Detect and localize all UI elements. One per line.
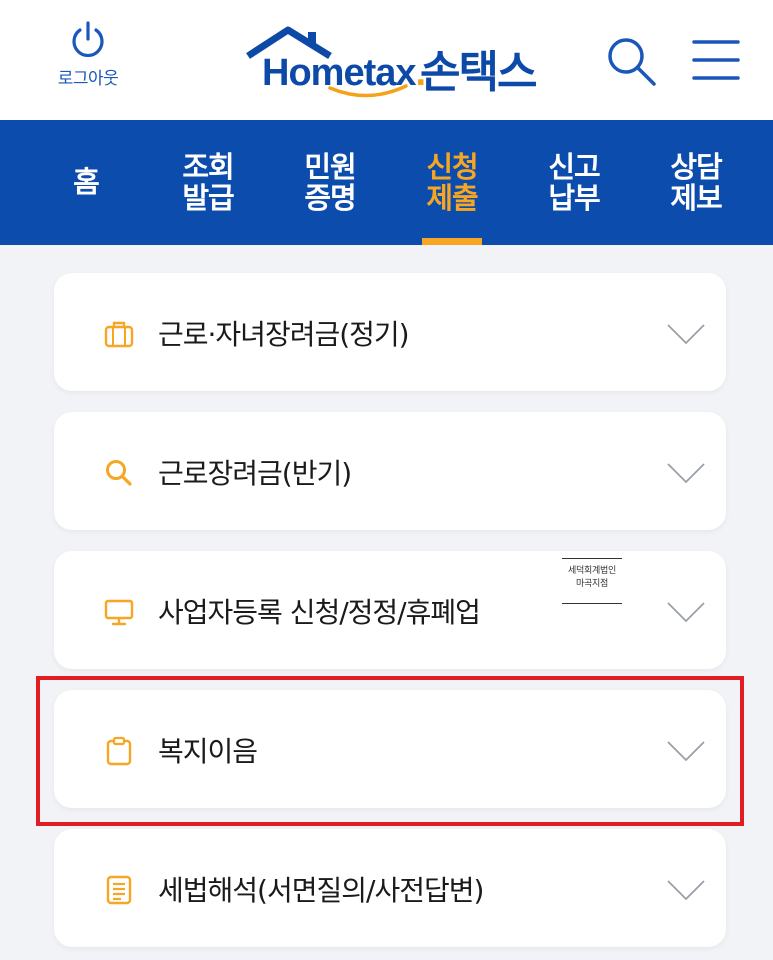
search-icon (106, 460, 132, 486)
hamburger-icon (692, 40, 740, 80)
nav-tab-application[interactable]: 신청 제출 (392, 120, 512, 245)
main-nav: 홈 조회 발급 민원 증명 신청 제출 신고 납부 상담 제보 (0, 120, 773, 245)
nav-tab-label: 홈 (73, 165, 100, 199)
search-icon (608, 38, 656, 86)
chevron-down-icon (667, 463, 705, 484)
menu-card-title: 사업자등록 신청/정정/휴폐업 (158, 596, 481, 629)
hometax-logo[interactable]: Hometax. 손택스 (244, 22, 544, 100)
watermark-stamp: 세덕회계법인 마곡지점 (562, 558, 622, 604)
search-button[interactable] (604, 34, 658, 88)
menu-card-earned-income[interactable]: 근로·자녀장려금(정기) (54, 273, 726, 391)
menu-card-title: 근로·자녀장려금(정기) (158, 318, 410, 351)
briefcase-icon (104, 321, 134, 348)
nav-tab-home[interactable]: 홈 (26, 120, 146, 245)
chevron-down-icon (667, 602, 705, 623)
smile-swoosh-icon (328, 84, 408, 98)
menu-card-welfare[interactable]: 복지이음 (54, 690, 726, 808)
nav-tab-inquiry[interactable]: 조회 발급 (148, 120, 268, 245)
chevron-down-icon (667, 880, 705, 901)
nav-tab-label: 조회 발급 (182, 149, 234, 215)
watermark-line-1: 세덕회계법인 (568, 566, 616, 576)
monitor-icon (104, 599, 134, 626)
chevron-down-icon (667, 324, 705, 345)
watermark-line-2: 마곡지점 (576, 579, 608, 589)
clipboard-icon (106, 736, 132, 766)
active-tab-indicator (422, 238, 482, 245)
nav-tab-consult[interactable]: 상담 제보 (636, 120, 756, 245)
nav-tab-label: 신고 납부 (548, 149, 600, 215)
logout-label: 로그아웃 (57, 69, 119, 89)
nav-tab-filing[interactable]: 신고 납부 (514, 120, 634, 245)
chevron-down-icon (667, 741, 705, 762)
menu-card-title: 세법해석(서면질의/사전답변) (158, 874, 484, 907)
nav-tab-label: 상담 제보 (670, 149, 722, 215)
logout-button[interactable]: 로그아웃 (48, 20, 128, 89)
brand-korean: 손택스 (420, 47, 537, 98)
nav-tab-label: 민원 증명 (304, 149, 356, 215)
power-icon (72, 21, 104, 58)
document-icon (106, 875, 132, 905)
menu-card-business-registration[interactable]: 사업자등록 신청/정정/휴폐업 (54, 551, 726, 669)
menu-card-title: 근로장려금(반기) (158, 457, 352, 490)
nav-tab-civil[interactable]: 민원 증명 (270, 120, 390, 245)
menu-card-earned-income-half[interactable]: 근로장려금(반기) (54, 412, 726, 530)
app-header: 로그아웃 Hometax. 손택스 (0, 0, 773, 120)
hamburger-menu-button[interactable] (692, 36, 740, 84)
menu-card-title: 복지이음 (158, 735, 258, 768)
nav-tab-label: 신청 제출 (426, 149, 478, 215)
menu-card-tax-interpretation[interactable]: 세법해석(서면질의/사전답변) (54, 829, 726, 947)
